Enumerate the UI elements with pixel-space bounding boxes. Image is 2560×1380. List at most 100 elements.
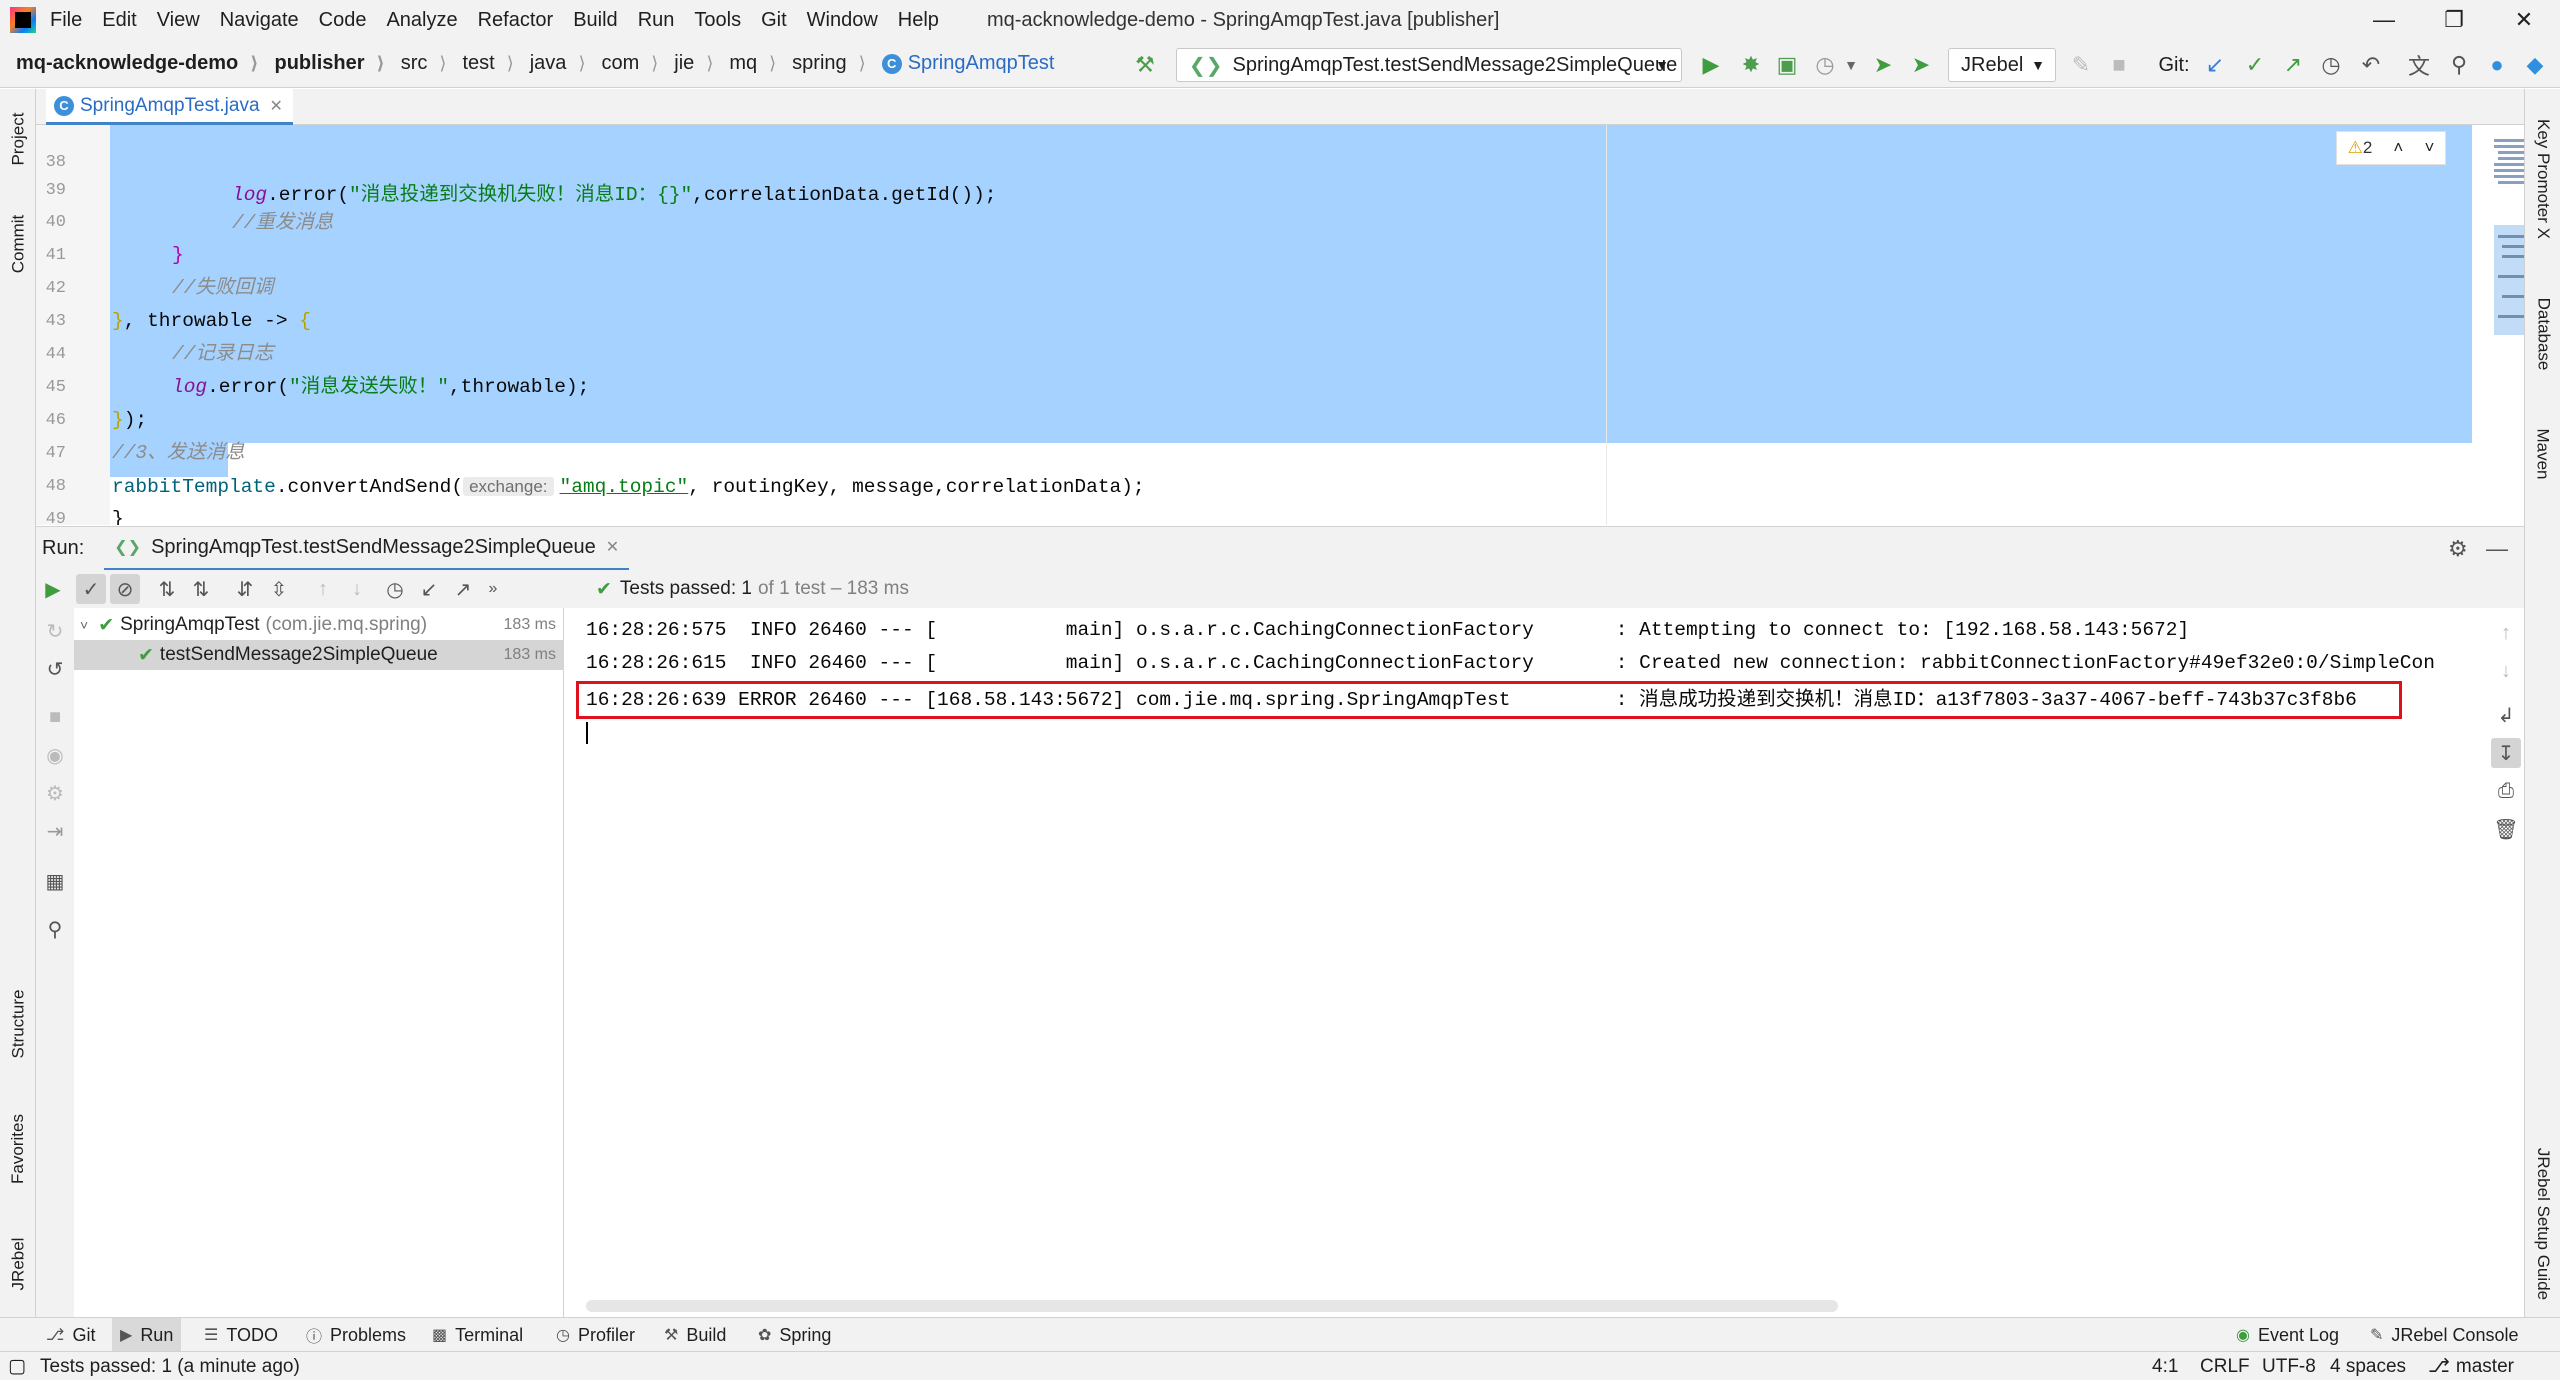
run-icon[interactable]: ▶: [1696, 50, 1726, 80]
show-passed-icon[interactable]: ✓: [76, 574, 106, 604]
status-panel-toggle-icon[interactable]: ▢: [8, 1352, 26, 1380]
sort-duration-icon[interactable]: ⇅: [186, 574, 216, 604]
tool-jrebel-setup-guide[interactable]: JRebel Setup Guide: [2527, 1129, 2559, 1319]
menu-git[interactable]: Git: [761, 9, 787, 32]
horizontal-scrollbar[interactable]: [586, 1300, 1838, 1312]
git-branch[interactable]: ⎇ master: [2428, 1352, 2514, 1380]
next-failed-icon[interactable]: ↓: [342, 574, 372, 604]
file-encoding[interactable]: UTF-8: [2262, 1352, 2316, 1380]
trash-icon[interactable]: 🗑: [2491, 814, 2521, 844]
inspection-widget[interactable]: ⚠2 ˄ ˅: [2336, 131, 2446, 165]
test-history-icon[interactable]: ◷: [380, 574, 410, 604]
breadcrumb-com[interactable]: com ⟩: [585, 52, 658, 75]
menu-tools[interactable]: Tools: [694, 9, 741, 32]
tool-favorites[interactable]: Favorites: [2, 1094, 34, 1204]
menu-code[interactable]: Code: [319, 9, 367, 32]
menu-view[interactable]: View: [157, 9, 200, 32]
bottom-tab-git[interactable]: ⎇ Git: [38, 1318, 103, 1352]
maximize-button[interactable]: ❐: [2424, 0, 2484, 40]
tool-jrebel[interactable]: JRebel: [2, 1219, 34, 1309]
menu-build[interactable]: Build: [573, 9, 617, 32]
import-tests-icon[interactable]: ↙: [414, 574, 444, 604]
bottom-tab-terminal[interactable]: ▩ Terminal: [424, 1318, 531, 1352]
indent-setting[interactable]: 4 spaces: [2330, 1352, 2406, 1380]
bottom-tab-profiler[interactable]: ◷ Profiler: [548, 1318, 643, 1352]
close-window-button[interactable]: ✕: [2494, 0, 2554, 40]
menu-refactor[interactable]: Refactor: [478, 9, 554, 32]
run-tab[interactable]: ❮❯ SpringAmqpTest.testSendMessage2Simple…: [104, 527, 630, 571]
breadcrumb-class[interactable]: C SpringAmqpTest: [866, 52, 1054, 75]
menu-window[interactable]: Window: [807, 9, 878, 32]
event-log-tab[interactable]: ◉ Event Log: [2228, 1318, 2347, 1352]
menu-navigate[interactable]: Navigate: [220, 9, 299, 32]
menu-analyze[interactable]: Analyze: [386, 9, 457, 32]
pin-icon[interactable]: ⚲: [40, 914, 70, 944]
scroll-to-end-icon[interactable]: ↧: [2491, 738, 2521, 768]
close-tab-icon[interactable]: ✕: [606, 537, 619, 557]
tool-structure[interactable]: Structure: [2, 969, 34, 1079]
menu-file[interactable]: File: [50, 9, 82, 32]
tool-maven[interactable]: Maven: [2527, 409, 2559, 499]
caret-position[interactable]: 4:1: [2152, 1352, 2178, 1380]
git-update-icon[interactable]: ↙: [2200, 50, 2230, 80]
run-configuration-select[interactable]: ❮❯ SpringAmqpTest.testSendMessage2Simple…: [1176, 48, 1682, 82]
rerun-failed-icon[interactable]: ↻: [40, 616, 70, 646]
more-run-chevron-icon[interactable]: ▼: [1836, 50, 1866, 80]
translate-icon[interactable]: 文: [2404, 50, 2434, 80]
history-icon[interactable]: ◷: [2316, 50, 2346, 80]
settings-icon[interactable]: ⚙: [40, 778, 70, 808]
code-minimap[interactable]: [2488, 125, 2524, 425]
plugin-icon[interactable]: ◆: [2520, 50, 2550, 80]
tree-row-springamqptest[interactable]: ˅ ✔ SpringAmqpTest (com.jie.mq.spring) 1…: [74, 610, 564, 640]
menu-help[interactable]: Help: [898, 9, 939, 32]
attach-icon[interactable]: ✎: [2066, 50, 2096, 80]
toggle-auto-test-icon[interactable]: ↺: [40, 654, 70, 684]
stop-icon[interactable]: ■: [40, 702, 70, 732]
down-arrow-icon[interactable]: ↓: [2491, 656, 2521, 686]
breadcrumb-java[interactable]: java ⟩: [514, 52, 586, 75]
code-editor[interactable]: 38 log.error("消息投递到交换机失败！消息ID：{}",correl…: [36, 125, 2524, 525]
git-push-icon[interactable]: ↗: [2278, 50, 2308, 80]
print-icon[interactable]: ⎙: [2491, 776, 2521, 806]
bottom-tab-build[interactable]: ⚒ Build: [656, 1318, 734, 1352]
tool-commit[interactable]: Commit: [2, 199, 34, 289]
breadcrumb-spring[interactable]: spring ⟩: [776, 52, 866, 75]
bottom-tab-spring[interactable]: ✿ Spring: [750, 1318, 839, 1352]
git-commit-icon[interactable]: ✓: [2240, 50, 2270, 80]
console-output[interactable]: 16:28:26:575 INFO 26460 --- [ main] o.s.…: [564, 608, 2488, 1317]
tree-row-testsendmessage[interactable]: ✔ testSendMessage2SimpleQueue 183 ms: [74, 640, 564, 670]
bottom-tab-problems[interactable]: ⓘ Problems: [298, 1318, 414, 1352]
jrebel-console-tab[interactable]: ✎ JRebel Console: [2362, 1318, 2526, 1352]
camera-icon[interactable]: ◉: [40, 740, 70, 770]
export-tests-icon[interactable]: ↗: [448, 574, 478, 604]
gear-icon[interactable]: ⚙: [2448, 536, 2468, 562]
stop-icon[interactable]: ■: [2104, 50, 2134, 80]
breadcrumb-src[interactable]: src ⟩: [385, 52, 447, 75]
search-icon[interactable]: ⚲: [2444, 50, 2474, 80]
build-hammer-icon[interactable]: ⚒: [1130, 50, 1160, 80]
rollback-icon[interactable]: ↶: [2356, 50, 2386, 80]
breadcrumb-test[interactable]: test ⟩: [446, 52, 513, 75]
breadcrumb-mq[interactable]: mq ⟩: [713, 52, 776, 75]
bottom-tab-run[interactable]: ▶ Run: [112, 1318, 182, 1352]
minimize-button[interactable]: —: [2354, 0, 2414, 40]
more-icon[interactable]: »: [478, 574, 508, 604]
chevron-down-icon[interactable]: ˅: [80, 617, 88, 633]
exit-icon[interactable]: ⇥: [40, 816, 70, 846]
tool-database[interactable]: Database: [2527, 279, 2559, 389]
up-arrow-icon[interactable]: ↑: [2491, 618, 2521, 648]
menu-edit[interactable]: Edit: [102, 9, 136, 32]
jrebel-debug-icon[interactable]: ➤: [1906, 50, 1936, 80]
breadcrumb-jie[interactable]: jie ⟩: [658, 52, 713, 75]
tool-key-promoter[interactable]: Key Promoter X: [2527, 99, 2559, 259]
close-tab-icon[interactable]: ✕: [270, 96, 283, 116]
breadcrumb-project[interactable]: mq-acknowledge-demo ⟩: [0, 52, 259, 75]
debug-icon[interactable]: ✸: [1736, 50, 1766, 80]
hide-panel-icon[interactable]: —: [2486, 536, 2508, 562]
previous-failed-icon[interactable]: ↑: [308, 574, 338, 604]
jrebel-run-icon[interactable]: ➤: [1868, 50, 1898, 80]
soft-wrap-icon[interactable]: ↲: [2491, 700, 2521, 730]
menu-run[interactable]: Run: [638, 9, 675, 32]
chevron-down-icon[interactable]: ˅: [2424, 138, 2434, 158]
sort-alpha-icon[interactable]: ⇅: [152, 574, 182, 604]
